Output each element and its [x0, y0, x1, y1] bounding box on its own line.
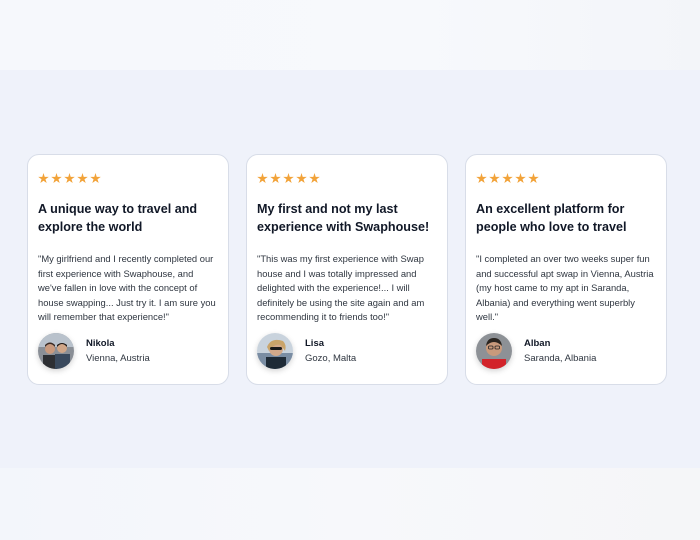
testimonial-title: My first and not my last experience with… — [257, 202, 430, 234]
star-rating — [476, 173, 656, 187]
testimonial-author: Nikola Vienna, Austria — [38, 333, 150, 369]
testimonial-title: A unique way to travel and explore the w… — [38, 202, 198, 234]
testimonial-title: An excellent platform for people who lov… — [476, 202, 627, 234]
star-rating — [38, 173, 218, 187]
star-icon — [90, 173, 101, 184]
bottom-background-band — [0, 468, 700, 540]
testimonial-quote: "This was my first experience with Swap … — [257, 253, 425, 322]
star-icon — [283, 173, 294, 184]
star-icon — [476, 173, 487, 184]
testimonial-card: My first and not my last experience with… — [246, 154, 448, 385]
author-name: Alban — [524, 338, 551, 349]
testimonial-quote: "My girlfriend and I recently completed … — [38, 253, 216, 322]
testimonial-card: An excellent platform for people who lov… — [465, 154, 667, 385]
star-icon — [296, 173, 307, 184]
avatar — [257, 333, 293, 369]
star-icon — [77, 173, 88, 184]
star-icon — [64, 173, 75, 184]
star-icon — [528, 173, 539, 184]
testimonials-row: A unique way to travel and explore the w… — [27, 154, 667, 385]
avatar — [476, 333, 512, 369]
author-location: Saranda, Albania — [524, 353, 597, 364]
author-location: Gozo, Malta — [305, 353, 357, 364]
testimonial-quote: "I completed an over two weeks super fun… — [476, 253, 654, 322]
top-background-band — [0, 0, 700, 70]
testimonial-author: Alban Saranda, Albania — [476, 333, 596, 369]
star-icon — [38, 173, 49, 184]
star-icon — [502, 173, 513, 184]
star-icon — [257, 173, 268, 184]
testimonial-card: A unique way to travel and explore the w… — [27, 154, 229, 385]
star-icon — [309, 173, 320, 184]
author-location: Vienna, Austria — [86, 353, 150, 364]
star-icon — [489, 173, 500, 184]
author-name: Nikola — [86, 338, 115, 349]
star-icon — [51, 173, 62, 184]
author-name: Lisa — [305, 338, 325, 349]
testimonial-author: Lisa Gozo, Malta — [257, 333, 356, 369]
star-icon — [270, 173, 281, 184]
avatar — [38, 333, 74, 369]
star-rating — [257, 173, 437, 187]
star-icon — [515, 173, 526, 184]
